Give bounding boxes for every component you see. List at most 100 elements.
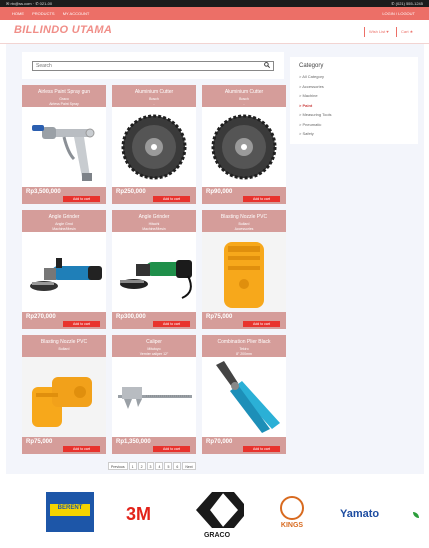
pagination: Previous 1 2 3 4 5 6 Next <box>108 462 197 470</box>
pagination-previous[interactable]: Previous <box>108 462 128 470</box>
brand-logo-3m[interactable]: 3M <box>126 504 151 525</box>
product-card[interactable]: Blasting Nozzle PVC Bullard Accessories … <box>202 210 286 329</box>
brand-logo-yamato[interactable]: Yamato <box>340 508 379 520</box>
product-type: - <box>153 102 155 106</box>
category-measuring-tools[interactable]: > Measuring Tools <box>299 110 332 120</box>
cart-button[interactable]: Cart ★ <box>396 27 417 37</box>
brand-logo-berent[interactable]: BERENT <box>46 492 94 532</box>
category-panel: Category > All Category > Accessories > … <box>290 57 418 144</box>
product-card[interactable]: Caliper Mitutoyo Vernier caliper 12" Rp1… <box>112 335 196 454</box>
product-type: 8" 200mm <box>236 352 252 356</box>
product-name[interactable]: Airless Paint Spray gun <box>22 89 106 95</box>
nav-products[interactable]: PRODUCTS <box>32 11 54 16</box>
nav-my-account[interactable]: MY ACCOUNT <box>63 11 90 16</box>
pagination-page[interactable]: 2 <box>137 462 146 470</box>
brand-name: BERENT <box>57 505 83 511</box>
pagination-page[interactable]: 1 <box>128 462 137 470</box>
add-to-cart-button[interactable]: Add to cart <box>63 196 100 202</box>
product-type: Accessories <box>234 227 254 231</box>
product-image[interactable] <box>22 357 106 437</box>
search-panel <box>22 52 284 79</box>
nav-home[interactable]: HOME <box>12 11 24 16</box>
product-image[interactable] <box>112 107 196 187</box>
category-all[interactable]: > All Category <box>299 72 332 82</box>
pagination-page[interactable]: 5 <box>164 462 173 470</box>
product-price: Rp250,000 <box>116 189 146 195</box>
product-price: Rp270,000 <box>26 314 56 320</box>
add-to-cart-button[interactable]: Add to cart <box>243 196 280 202</box>
login-logout-link[interactable]: LOGIN / LOGOUT <box>382 7 415 20</box>
product-type: Vernier caliper 12" <box>139 352 169 356</box>
add-to-cart-button[interactable]: Add to cart <box>63 321 100 327</box>
search-input[interactable] <box>32 61 274 71</box>
add-to-cart-button[interactable]: Add to cart <box>63 446 100 452</box>
product-name[interactable]: Aluminium Cutter <box>112 89 196 95</box>
category-list: > All Category > Accessories > Machine >… <box>299 72 332 139</box>
product-brand: Bullard <box>238 222 250 226</box>
product-image[interactable] <box>202 107 286 187</box>
add-to-cart-button[interactable]: Add to cart <box>153 196 190 202</box>
search-icon[interactable] <box>264 62 271 70</box>
product-image[interactable] <box>22 107 106 187</box>
product-price: Rp75,000 <box>206 314 233 320</box>
product-brand: Angle Grnd <box>55 222 73 226</box>
product-name[interactable]: Caliper <box>112 339 196 345</box>
product-name[interactable]: Blasting Nozzle PVC <box>202 214 286 220</box>
brand-logo-kings[interactable]: KINGS <box>272 496 312 536</box>
category-paint[interactable]: > Paint <box>299 101 332 111</box>
product-card[interactable]: Angle Grinder Angle Grnd Machine/Mesin R… <box>22 210 106 329</box>
pagination-page[interactable]: 4 <box>155 462 164 470</box>
add-to-cart-button[interactable]: Add to cart <box>243 446 280 452</box>
product-card[interactable]: Airless Paint Spray gun Graco Airless Pa… <box>22 85 106 204</box>
product-price: Rp300,000 <box>116 314 146 320</box>
product-type: Machine/Mesin <box>52 227 76 231</box>
category-title: Category <box>299 63 324 69</box>
product-image[interactable] <box>22 232 106 312</box>
product-brand: Graco <box>59 97 69 101</box>
top-contact-bar: ✉ rtx@ss.com · ✆ 021-00 ✆ (021) 555-1245 <box>0 0 429 7</box>
product-name[interactable]: Blasting Nozzle PVC <box>22 339 106 345</box>
category-machine[interactable]: > Machine <box>299 91 332 101</box>
product-name[interactable]: Angle Grinder <box>112 214 196 220</box>
brand-name: KINGS <box>280 522 304 529</box>
product-brand: Hitachi <box>148 222 160 226</box>
product-type: Airless Paint Spray <box>49 102 79 106</box>
site-header: BILLINDO UTAMA Wish List ♥ Cart ★ <box>0 20 429 44</box>
pagination-next[interactable]: Next <box>182 462 196 470</box>
product-image[interactable] <box>202 232 286 312</box>
brand-logo-graco[interactable]: GRACO <box>190 488 244 544</box>
pagination-page[interactable]: 3 <box>146 462 155 470</box>
product-price: Rp75,000 <box>26 439 53 445</box>
product-brand: Tekiro <box>239 347 249 351</box>
category-safety[interactable]: > Safety <box>299 129 332 139</box>
product-brand: Mitutoyo <box>147 347 161 351</box>
main-nav-bar: HOME PRODUCTS MY ACCOUNT LOGIN / LOGOUT <box>0 7 429 20</box>
product-image[interactable] <box>112 232 196 312</box>
product-card[interactable]: Blasting Nozzle PVC Bullard Rp75,000 Add… <box>22 335 106 454</box>
product-card[interactable]: Combination Plier Black Tekiro 8" 200mm … <box>202 335 286 454</box>
product-name[interactable]: Angle Grinder <box>22 214 106 220</box>
product-brand: Bosch <box>239 97 249 101</box>
brand-logo-partial <box>413 512 419 518</box>
category-pneumatic[interactable]: > Pneumatic <box>299 120 332 130</box>
add-to-cart-button[interactable]: Add to cart <box>153 446 190 452</box>
brand-name: GRACO <box>203 532 231 539</box>
product-card[interactable]: Aluminium Cutter Bosch - Rp90,000 Add to… <box>202 85 286 204</box>
site-logo[interactable]: BILLINDO UTAMA <box>14 24 112 36</box>
wishlist-button[interactable]: Wish List ♥ <box>364 27 393 37</box>
product-name[interactable]: Aluminium Cutter <box>202 89 286 95</box>
product-name[interactable]: Combination Plier Black <box>202 339 286 345</box>
phone-number: ✆ (021) 555-1245 <box>391 1 423 6</box>
product-card[interactable]: Aluminium Cutter Bosch - Rp250,000 Add t… <box>112 85 196 204</box>
product-card[interactable]: Angle Grinder Hitachi Machine/Mesin Rp30… <box>112 210 196 329</box>
product-price: Rp3,500,000 <box>26 189 61 195</box>
add-to-cart-button[interactable]: Add to cart <box>153 321 190 327</box>
product-image[interactable] <box>112 357 196 437</box>
product-price: Rp1,350,000 <box>116 439 151 445</box>
add-to-cart-button[interactable]: Add to cart <box>243 321 280 327</box>
pagination-page[interactable]: 6 <box>173 462 182 470</box>
product-image[interactable] <box>202 357 286 437</box>
category-accessories[interactable]: > Accessories <box>299 82 332 92</box>
product-price: Rp90,000 <box>206 189 233 195</box>
product-type: - <box>243 102 245 106</box>
